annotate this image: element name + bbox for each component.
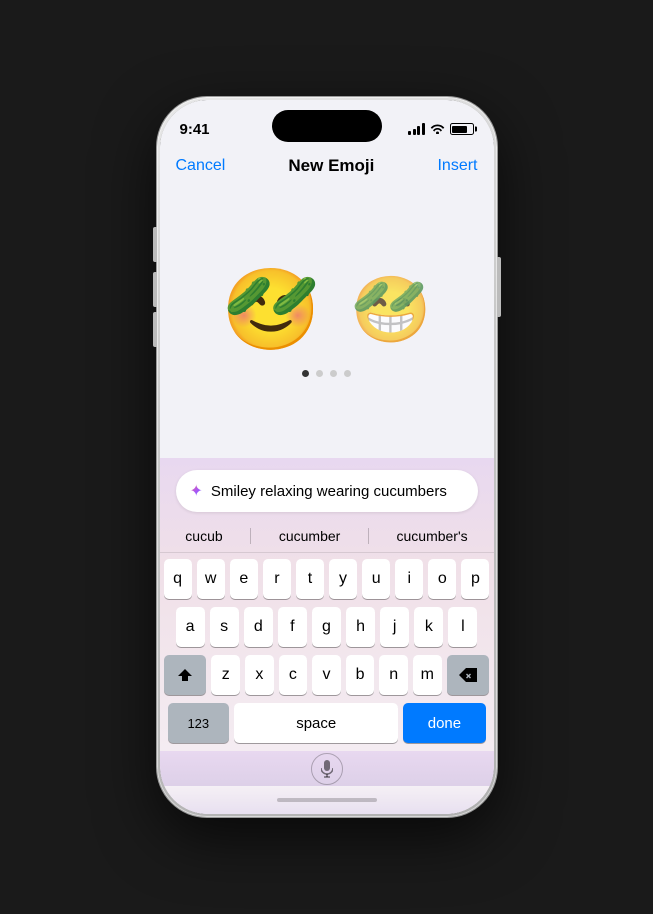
key-a[interactable]: a	[176, 607, 205, 647]
dot-1	[302, 370, 309, 377]
key-h[interactable]: h	[346, 607, 375, 647]
keyboard: q w e r t y u i o p a s	[160, 553, 494, 751]
autocomplete-row: cucub cucumber cucumber's	[160, 520, 494, 553]
key-y[interactable]: y	[329, 559, 357, 599]
done-key[interactable]: done	[403, 703, 485, 743]
key-o[interactable]: o	[428, 559, 456, 599]
divider-1	[250, 528, 251, 544]
num-key[interactable]: 123	[168, 703, 230, 743]
battery-icon	[450, 123, 474, 135]
key-f[interactable]: f	[278, 607, 307, 647]
autocomplete-item-3[interactable]: cucumber's	[389, 526, 476, 546]
mic-icon[interactable]	[311, 753, 343, 785]
ai-search-icon: ✦	[190, 481, 203, 501]
backspace-key[interactable]	[447, 655, 490, 695]
home-indicator	[160, 786, 494, 814]
search-text: Smiley relaxing wearing cucumbers	[211, 483, 464, 500]
search-bar[interactable]: ✦ Smiley relaxing wearing cucumbers	[176, 470, 478, 512]
key-b[interactable]: b	[346, 655, 375, 695]
key-v[interactable]: v	[312, 655, 341, 695]
search-bar-container: ✦ Smiley relaxing wearing cucumbers	[160, 466, 494, 520]
key-row-3: z x c v b n m	[164, 655, 490, 695]
key-s[interactable]: s	[210, 607, 239, 647]
key-t[interactable]: t	[296, 559, 324, 599]
key-p[interactable]: p	[461, 559, 489, 599]
keyboard-area: ✦ Smiley relaxing wearing cucumbers cucu…	[160, 458, 494, 814]
key-c[interactable]: c	[279, 655, 308, 695]
primary-emoji[interactable]: 😊 🥒🥒	[221, 270, 321, 350]
screen: 9:41	[160, 100, 494, 814]
key-k[interactable]: k	[414, 607, 443, 647]
key-q[interactable]: q	[164, 559, 192, 599]
mic-area	[160, 751, 494, 786]
phone-frame: 9:41	[157, 97, 497, 817]
status-time: 9:41	[180, 121, 210, 138]
key-row-1: q w e r t y u i o p	[164, 559, 490, 599]
emoji-row: 😊 🥒🥒 😁 🥒🥒	[221, 270, 432, 350]
status-icons	[408, 122, 474, 137]
emoji-display-area: 😊 🥒🥒 😁 🥒🥒	[160, 188, 494, 458]
secondary-emoji[interactable]: 😁 🥒🥒	[351, 277, 432, 342]
dot-2	[316, 370, 323, 377]
key-w[interactable]: w	[197, 559, 225, 599]
key-z[interactable]: z	[211, 655, 240, 695]
shift-key[interactable]	[164, 655, 207, 695]
key-r[interactable]: r	[263, 559, 291, 599]
key-n[interactable]: n	[379, 655, 408, 695]
key-g[interactable]: g	[312, 607, 341, 647]
divider-2	[368, 528, 369, 544]
key-e[interactable]: e	[230, 559, 258, 599]
dot-3	[330, 370, 337, 377]
insert-button[interactable]: Insert	[437, 157, 477, 175]
cancel-button[interactable]: Cancel	[176, 157, 226, 175]
key-j[interactable]: j	[380, 607, 409, 647]
dynamic-island	[272, 110, 382, 142]
key-d[interactable]: d	[244, 607, 273, 647]
wifi-icon	[430, 122, 445, 137]
autocomplete-item-2[interactable]: cucumber	[271, 526, 348, 546]
dot-4	[344, 370, 351, 377]
key-l[interactable]: l	[448, 607, 477, 647]
bottom-key-row: 123 space done	[164, 703, 490, 749]
pagination-dots	[302, 370, 351, 377]
home-bar	[277, 798, 377, 802]
nav-bar: Cancel New Emoji Insert	[160, 144, 494, 188]
nav-title: New Emoji	[288, 156, 374, 176]
key-x[interactable]: x	[245, 655, 274, 695]
autocomplete-item-1[interactable]: cucub	[177, 526, 230, 546]
key-u[interactable]: u	[362, 559, 390, 599]
key-row-2: a s d f g h j k l	[164, 607, 490, 647]
space-key[interactable]: space	[234, 703, 398, 743]
key-i[interactable]: i	[395, 559, 423, 599]
key-m[interactable]: m	[413, 655, 442, 695]
battery-fill	[452, 126, 467, 133]
signal-icon	[408, 123, 425, 135]
phone-inner: 9:41	[160, 100, 494, 814]
